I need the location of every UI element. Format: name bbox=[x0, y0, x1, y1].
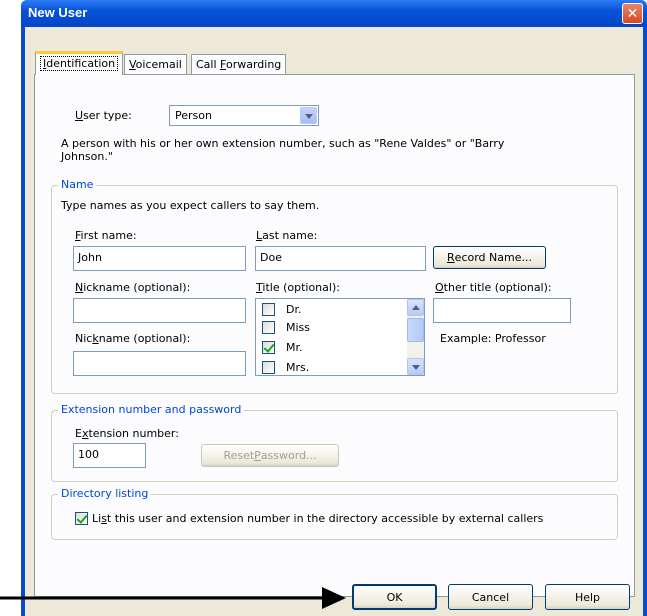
last-name-value: Doe bbox=[260, 251, 282, 264]
title-scrollbar[interactable] bbox=[407, 299, 424, 375]
scroll-thumb[interactable] bbox=[407, 318, 424, 342]
nickname-label: Nickname (optional): bbox=[75, 281, 190, 294]
directory-label-pre: Li bbox=[92, 512, 102, 525]
title-miss-checkbox[interactable] bbox=[262, 321, 275, 334]
scroll-down-icon[interactable] bbox=[407, 358, 424, 375]
nickname-2-label: Nickname (optional): bbox=[75, 332, 190, 345]
nickname-2-input[interactable] bbox=[73, 351, 246, 376]
title-dr-checkbox[interactable] bbox=[262, 303, 275, 316]
first-name-label: First name: bbox=[75, 229, 137, 242]
user-type-description: A person with his or her own extension n… bbox=[61, 137, 505, 163]
other-title-input[interactable] bbox=[433, 298, 571, 323]
ok-label: OK bbox=[386, 590, 403, 604]
last-name-label-text: ast name: bbox=[262, 229, 318, 242]
list-in-directory-checkbox[interactable] bbox=[75, 512, 88, 525]
name-hint: Type names as you expect callers to say … bbox=[61, 199, 320, 212]
record-name-label: ecord Name... bbox=[454, 251, 532, 264]
nickname-mnemonic: N bbox=[75, 281, 84, 294]
extension-number-label: Extension number: bbox=[75, 427, 179, 440]
nickname-label-text: ickname (optional): bbox=[83, 281, 191, 294]
user-type-label-text: ser type: bbox=[83, 109, 132, 122]
ok-button[interactable]: OK bbox=[352, 584, 437, 610]
reset-password-mnemonic: P bbox=[254, 449, 261, 462]
list-in-directory-label[interactable]: List this user and extension number in t… bbox=[92, 512, 543, 525]
title-mrs-checkbox[interactable] bbox=[262, 361, 275, 374]
name-group-legend: Name bbox=[58, 178, 97, 191]
first-name-value: John bbox=[78, 251, 102, 264]
nickname-2-label-pre: Nic bbox=[75, 332, 93, 345]
cancel-label: Cancel bbox=[471, 590, 510, 604]
directory-group-legend: Directory listing bbox=[58, 487, 152, 500]
cancel-button[interactable]: Cancel bbox=[448, 584, 533, 610]
first-name-input[interactable]: John bbox=[73, 246, 246, 271]
title-miss-label: Miss bbox=[286, 321, 311, 334]
user-type-mnemonic: U bbox=[75, 109, 84, 122]
record-name-button[interactable]: Record Name... bbox=[433, 246, 546, 269]
nickname-input[interactable] bbox=[73, 298, 246, 323]
other-title-mnemonic: O bbox=[435, 281, 444, 294]
title-dr-label: Dr. bbox=[286, 303, 302, 316]
user-type-label: User type: bbox=[75, 109, 132, 122]
user-type-value: Person bbox=[175, 109, 212, 122]
other-title-label-text: ther title (optional): bbox=[443, 281, 552, 294]
help-label: Help bbox=[574, 590, 601, 604]
nickname-2-label-text: name (optional): bbox=[98, 332, 191, 345]
extension-number-value: 100 bbox=[78, 448, 99, 461]
reset-password-label: assword... bbox=[260, 449, 317, 462]
title-label-text: itle (optional): bbox=[262, 281, 340, 294]
other-title-label: Other title (optional): bbox=[435, 281, 552, 294]
callout-arrow-icon bbox=[0, 587, 346, 609]
last-name-input[interactable]: Doe bbox=[255, 246, 426, 271]
extension-label-text: tension number: bbox=[88, 427, 179, 440]
last-name-label: Last name: bbox=[256, 229, 317, 242]
title-mrs-label: Mrs. bbox=[286, 361, 310, 374]
reset-password-pre: Reset bbox=[223, 449, 255, 462]
title-mr-label: Mr. bbox=[286, 341, 303, 354]
extension-label-pre: E bbox=[75, 427, 82, 440]
directory-label-text: t this user and extension number in the … bbox=[106, 512, 544, 525]
reset-password-button[interactable]: Reset Password... bbox=[201, 444, 339, 467]
help-button[interactable]: Help bbox=[545, 584, 630, 610]
other-title-example: Example: Professor bbox=[440, 332, 546, 345]
extension-number-input[interactable]: 100 bbox=[73, 443, 146, 468]
first-name-label-text: irst name: bbox=[80, 229, 137, 242]
user-type-select[interactable]: Person bbox=[169, 105, 319, 126]
scroll-up-icon[interactable] bbox=[407, 299, 424, 316]
record-name-mnemonic: R bbox=[447, 251, 455, 264]
title-checklist[interactable]: Dr. Miss Mr. Mrs. bbox=[255, 298, 425, 376]
panel-content-layer: User type: Person A person with his or h… bbox=[0, 0, 647, 616]
title-label: Title (optional): bbox=[256, 281, 340, 294]
title-mr-checkbox[interactable] bbox=[262, 341, 275, 354]
chevron-down-icon[interactable] bbox=[300, 107, 317, 124]
extension-group-legend: Extension number and password bbox=[58, 403, 245, 416]
